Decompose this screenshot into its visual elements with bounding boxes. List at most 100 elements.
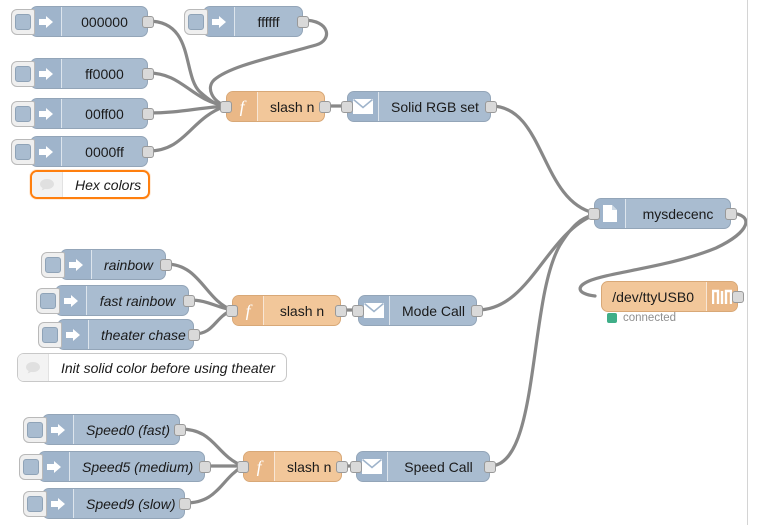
node-speed-call[interactable]: Speed Call xyxy=(350,451,496,482)
output-port[interactable] xyxy=(142,145,154,158)
node-mode-call[interactable]: Mode Call xyxy=(352,295,483,326)
node-label: mysdecenc xyxy=(642,205,714,222)
inject-button[interactable] xyxy=(36,287,60,314)
inject-node-fast-rainbow[interactable]: fast rainbow xyxy=(36,285,195,316)
output-port[interactable] xyxy=(319,100,331,113)
output-port[interactable] xyxy=(336,460,348,473)
inject-node-ffffff[interactable]: ffffff xyxy=(184,6,309,37)
output-port[interactable] xyxy=(142,67,154,80)
input-port[interactable] xyxy=(237,460,249,473)
input-port[interactable] xyxy=(341,100,353,113)
comment-label: Hex colors xyxy=(75,176,142,193)
node-label: ff0000 xyxy=(85,65,124,82)
comment-bubble-icon xyxy=(32,172,63,197)
inject-arrow-icon xyxy=(58,320,89,349)
wire-solid-rgb-set-to-mysdecenc xyxy=(489,104,596,215)
inject-button[interactable] xyxy=(11,8,35,35)
wire-speed-call-to-mysdecenc xyxy=(488,213,596,468)
inject-arrow-icon xyxy=(61,250,92,279)
function-node-slash-n-1[interactable]: f slash n xyxy=(220,91,331,122)
node-label: fast rainbow xyxy=(99,292,176,309)
inject-node-theater-chase[interactable]: theater chase xyxy=(38,319,200,350)
input-port[interactable] xyxy=(350,460,362,473)
node-label: 000000 xyxy=(81,13,128,30)
node-label: Speed Call xyxy=(404,458,473,475)
flow-canvas[interactable]: 000000 ffffff ff0000 00ff00 0000ff Hex c… xyxy=(0,0,762,525)
wire-0000ff-to-slash-n xyxy=(146,104,228,153)
inject-arrow-icon xyxy=(43,415,74,444)
comment-node-init-solid-color[interactable]: Init solid color before using theater xyxy=(17,353,287,382)
inject-button[interactable] xyxy=(19,453,43,480)
input-port[interactable] xyxy=(226,304,238,317)
inject-arrow-icon xyxy=(31,7,62,36)
comment-node-hex-colors[interactable]: Hex colors xyxy=(30,170,150,199)
output-port[interactable] xyxy=(199,460,211,473)
output-port[interactable] xyxy=(335,304,347,317)
inject-button[interactable] xyxy=(23,490,47,517)
node-serial-out[interactable]: /dev/ttyUSB0 xyxy=(601,281,744,312)
output-port[interactable] xyxy=(297,15,309,28)
node-label: rainbow xyxy=(104,256,154,273)
node-label: Solid RGB set xyxy=(391,98,479,115)
output-port[interactable] xyxy=(725,207,737,220)
svg-text:f: f xyxy=(245,302,253,320)
inject-arrow-icon xyxy=(31,59,62,88)
output-port[interactable] xyxy=(484,460,496,473)
node-label: /dev/ttyUSB0 xyxy=(612,288,694,305)
node-mysdecenc[interactable]: mysdecenc xyxy=(588,198,737,229)
output-port[interactable] xyxy=(471,304,483,317)
function-node-slash-n-3[interactable]: f slash n xyxy=(237,451,348,482)
inject-button[interactable] xyxy=(41,251,65,278)
output-port[interactable] xyxy=(160,258,172,271)
canvas-right-edge xyxy=(747,0,748,525)
status-badge-serial: connected xyxy=(607,312,676,324)
inject-node-00ff00[interactable]: 00ff00 xyxy=(11,98,154,129)
inject-node-ff0000[interactable]: ff0000 xyxy=(11,58,154,89)
node-label: Mode Call xyxy=(402,302,466,319)
inject-button[interactable] xyxy=(11,60,35,87)
wire-mode-call-to-mysdecenc xyxy=(475,213,596,312)
inject-node-000000[interactable]: 000000 xyxy=(11,6,154,37)
comment-label: Init solid color before using theater xyxy=(61,359,276,376)
input-port[interactable] xyxy=(588,207,600,220)
node-label: 00ff00 xyxy=(85,105,124,122)
inject-node-speed9[interactable]: Speed9 (slow) xyxy=(23,488,191,519)
inject-node-speed5[interactable]: Speed5 (medium) xyxy=(19,451,211,482)
inject-node-speed0[interactable]: Speed0 (fast) xyxy=(23,414,186,445)
wire-ff0000-to-slash-n xyxy=(146,71,228,108)
output-port[interactable] xyxy=(183,294,195,307)
svg-text:f: f xyxy=(256,458,264,476)
node-label: Speed5 (medium) xyxy=(82,458,194,475)
output-port[interactable] xyxy=(179,497,191,510)
output-port[interactable] xyxy=(142,15,154,28)
inject-arrow-icon xyxy=(31,99,62,128)
node-label: slash n xyxy=(287,458,332,475)
output-port[interactable] xyxy=(142,107,154,120)
comment-bubble-icon xyxy=(18,354,49,381)
inject-arrow-icon xyxy=(43,489,74,518)
node-label: ffffff xyxy=(257,13,280,30)
inject-arrow-icon xyxy=(204,7,235,36)
inject-button[interactable] xyxy=(11,100,35,127)
input-port[interactable] xyxy=(352,304,364,317)
output-port[interactable] xyxy=(174,423,186,436)
input-port[interactable] xyxy=(732,290,744,303)
inject-button[interactable] xyxy=(11,138,35,165)
node-label: slash n xyxy=(279,302,325,319)
input-port[interactable] xyxy=(220,100,232,113)
node-label: 0000ff xyxy=(85,143,124,160)
function-node-slash-n-2[interactable]: f slash n xyxy=(226,295,347,326)
node-label: Speed0 (fast) xyxy=(86,421,171,438)
inject-button[interactable] xyxy=(184,8,208,35)
inject-arrow-icon xyxy=(31,137,62,166)
inject-node-rainbow[interactable]: rainbow xyxy=(41,249,172,280)
node-label: slash n xyxy=(270,98,315,115)
output-port[interactable] xyxy=(485,100,497,113)
wire-00ff00-to-slash-n xyxy=(146,104,228,115)
output-port[interactable] xyxy=(188,328,200,341)
inject-node-0000ff[interactable]: 0000ff xyxy=(11,136,154,167)
inject-button[interactable] xyxy=(23,416,47,443)
node-solid-rgb-set[interactable]: Solid RGB set xyxy=(341,91,497,122)
node-label: Speed9 (slow) xyxy=(86,495,176,512)
inject-button[interactable] xyxy=(38,321,62,348)
